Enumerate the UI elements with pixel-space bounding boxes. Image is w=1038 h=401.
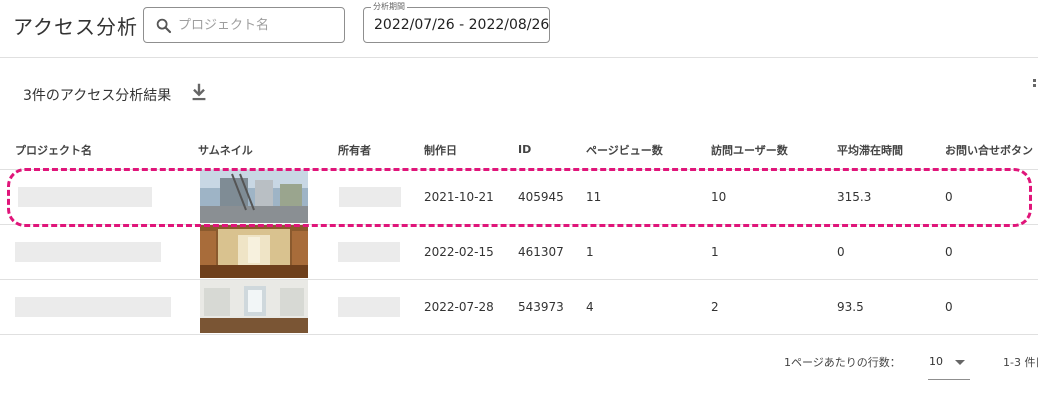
column-header-label: プロジェクト名 [15,143,92,157]
column-header-label: 訪問ユーザー数 [711,143,788,157]
table-row[interactable]: 2022-02-15 461307 1 1 0 0 [0,224,1038,280]
page-range-label: 1-3 件目 [1003,356,1038,369]
column-header-id[interactable]: ID [506,131,580,170]
column-header-label: 制作日 [424,143,457,157]
inquiry-count: 0 [945,244,953,259]
column-header-thumbnail[interactable]: サムネイル [183,131,323,170]
download-icon[interactable] [188,81,210,103]
created-date: 2022-07-28 [424,299,494,314]
project-id: 461307 [518,244,564,259]
rows-per-page-label: 1ページあたりの行数： [784,356,901,369]
redacted-owner [338,241,400,262]
redacted-project-name [15,296,171,317]
column-settings-icon[interactable] [1030,78,1038,90]
page-title: アクセス分析 [13,15,138,39]
rows-per-page-select[interactable]: 10 [928,350,970,380]
thumbnail-image[interactable] [200,170,308,223]
avg-time: 315.3 [837,189,872,204]
column-header-project-name[interactable]: プロジェクト名 [0,131,183,170]
column-header-label: サムネイル [198,143,253,157]
results-count-title: 3件のアクセス分析結果 [23,88,172,104]
project-id: 405945 [518,189,564,204]
created-date: 2021-10-21 [424,189,494,204]
column-header-label: 平均滞在時間 [837,143,903,157]
visitors-count: 2 [711,299,719,314]
redacted-project-name [18,186,152,207]
column-header-label: ページビュー数 [586,143,663,157]
rows-per-page-value: 10 [929,355,943,368]
column-header-visitors[interactable]: 訪問ユーザー数 [705,131,831,170]
thumbnail-image[interactable] [200,280,308,333]
search-icon [156,18,172,34]
table-header-row: プロジェクト名 サムネイル 所有者 制作日 ID ページビュー数 訪問ユーザー数… [0,131,1038,170]
table-row[interactable]: 2021-10-21 405945 11 10 315.3 0 [0,169,1038,225]
column-header-avg-time[interactable]: 平均滞在時間 [831,131,945,170]
date-range-label: 分析期間 [371,2,407,12]
inquiry-count: 0 [945,299,953,314]
search-input[interactable] [178,15,338,35]
column-header-owner[interactable]: 所有者 [323,131,409,170]
project-search-field[interactable] [143,7,345,43]
thumbnail-image[interactable] [200,225,308,278]
pageviews-count: 4 [586,299,594,314]
top-toolbar: アクセス分析 分析期間 2022/07/26 - 2022/08/26 [0,0,1038,58]
access-results-table: プロジェクト名 サムネイル 所有者 制作日 ID ページビュー数 訪問ユーザー数… [0,131,1038,335]
redacted-project-name [15,241,161,262]
pageviews-count: 1 [586,244,594,259]
table-row[interactable]: 2022-07-28 543973 4 2 93.5 0 [0,279,1038,335]
date-range-picker[interactable]: 分析期間 2022/07/26 - 2022/08/26 [363,2,550,43]
project-id: 543973 [518,299,564,314]
redacted-owner [339,186,401,207]
redacted-owner [338,296,400,317]
column-header-label: お問い合せボタン [945,143,1033,157]
chevron-down-icon [955,360,965,365]
visitors-count: 1 [711,244,719,259]
created-date: 2022-02-15 [424,244,494,259]
column-header-label: 所有者 [338,143,371,157]
column-header-pageviews[interactable]: ページビュー数 [580,131,705,170]
visitors-count: 10 [711,189,727,204]
column-header-label: ID [518,143,532,157]
inquiry-count: 0 [945,189,953,204]
column-header-created-date[interactable]: 制作日 [409,131,506,170]
column-header-inquiry-button[interactable]: お問い合せボタン [945,131,1038,170]
pageviews-count: 11 [586,189,602,204]
avg-time: 93.5 [837,299,864,314]
avg-time: 0 [837,244,845,259]
date-range-value: 2022/07/26 - 2022/08/26 [374,17,550,33]
